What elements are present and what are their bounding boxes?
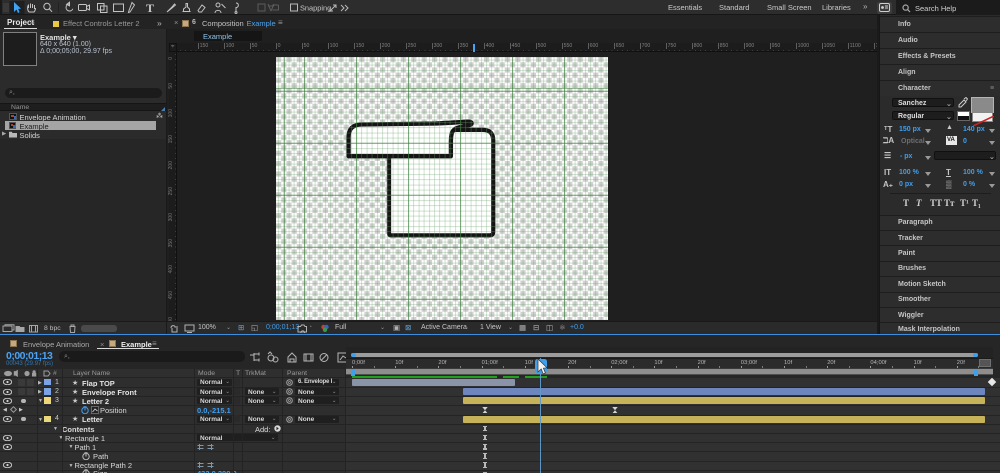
svg-text:Snapping: Snapping bbox=[300, 4, 331, 13]
svg-text:T: T bbox=[146, 1, 154, 15]
